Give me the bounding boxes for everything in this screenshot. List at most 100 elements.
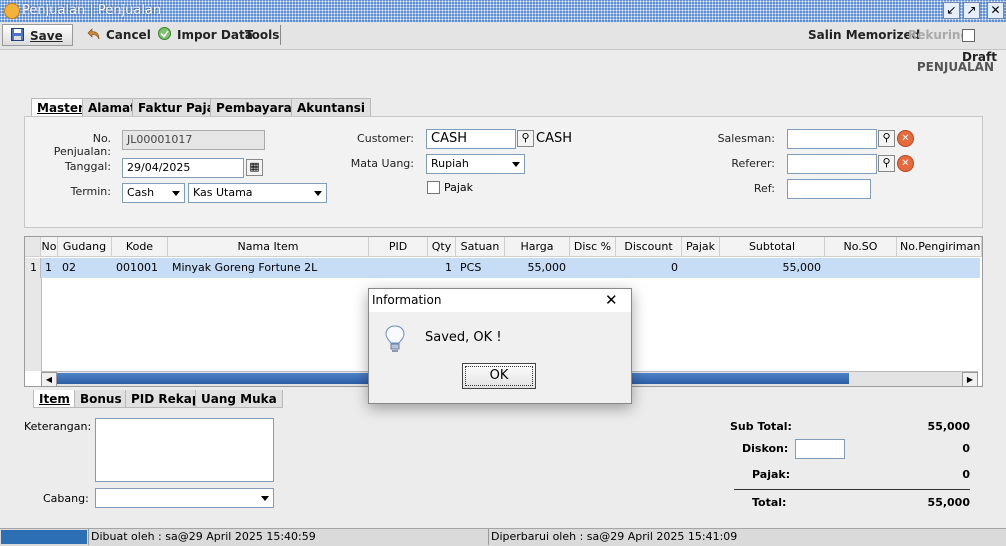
rekuring-button: Rekuring xyxy=(908,28,970,42)
app-icon xyxy=(4,3,20,19)
referer-field[interactable] xyxy=(787,154,877,174)
total-value: 55,000 xyxy=(927,496,970,509)
cancel-button[interactable]: Cancel xyxy=(86,24,151,46)
cell-qty[interactable]: 1 xyxy=(428,258,456,278)
dialog-close-icon[interactable]: ✕ xyxy=(605,292,618,308)
cell-subtotal[interactable]: 55,000 xyxy=(720,258,825,278)
ok-button[interactable]: OK xyxy=(462,363,536,389)
cell-kode-item[interactable]: 001001 xyxy=(112,258,168,278)
pajak-checkbox[interactable] xyxy=(427,181,440,194)
cell-satuan[interactable]: PCS xyxy=(456,258,505,278)
close-icon[interactable]: ✕ xyxy=(987,2,1004,19)
col-header-discount[interactable]: Discount xyxy=(616,237,682,257)
tab-item[interactable]: Item xyxy=(33,390,76,408)
minimize-icon[interactable]: ↙ xyxy=(943,2,960,19)
table-row[interactable]: 1 1 02 001001 Minyak Goreng Fortune 2L 1… xyxy=(25,258,980,278)
col-header-qty[interactable]: Qty xyxy=(428,237,456,257)
total-label: Total: xyxy=(752,496,787,509)
mata-uang-select[interactable]: Rupiah xyxy=(426,154,525,174)
pajak-sum-value: 0 xyxy=(962,468,970,481)
referer-clear-icon[interactable]: ✕ xyxy=(897,155,914,172)
page-heading: PENJUALAN xyxy=(916,60,994,74)
lightbulb-icon xyxy=(384,324,406,357)
draft-checkbox-box[interactable] xyxy=(962,29,975,42)
cabang-select[interactable] xyxy=(95,488,274,508)
cell-pid[interactable] xyxy=(369,258,428,278)
grid-corner xyxy=(25,237,41,257)
dialog-title: Information xyxy=(369,289,631,312)
customer-label: Customer: xyxy=(357,132,414,145)
undo-icon xyxy=(86,25,100,47)
mata-uang-label: Mata Uang: xyxy=(350,157,414,170)
salesman-clear-icon[interactable]: ✕ xyxy=(897,130,914,147)
ref-field[interactable] xyxy=(787,179,871,199)
cell-no-pengiriman[interactable] xyxy=(897,258,980,278)
summary-divider xyxy=(734,489,970,490)
diskon-label: Diskon: xyxy=(742,442,789,455)
progress-indicator xyxy=(1,530,87,544)
cell-no[interactable]: 1 xyxy=(41,258,58,278)
col-header-satuan[interactable]: Satuan xyxy=(456,237,505,257)
keterangan-label: Keterangan: xyxy=(24,420,92,433)
pajak-sum-label: Pajak: xyxy=(752,468,791,481)
tab-akuntansi[interactable]: Akuntansi xyxy=(291,98,371,116)
kas-select[interactable]: Kas Utama xyxy=(188,183,327,203)
tab-uang-muka[interactable]: Uang Muka xyxy=(195,390,283,408)
cell-harga[interactable]: 55,000 xyxy=(505,258,570,278)
salin-memorized-button[interactable]: Salin Memorized xyxy=(808,24,920,46)
cell-pajak[interactable] xyxy=(682,258,720,278)
col-header-no-so[interactable]: No.SO xyxy=(825,237,897,257)
col-header-subtotal[interactable]: Subtotal xyxy=(720,237,825,257)
tools-button[interactable]: Tools xyxy=(245,24,279,46)
save-button[interactable]: Save xyxy=(2,24,73,46)
sub-total-value: 55,000 xyxy=(927,420,970,433)
col-header-pajak[interactable]: Pajak xyxy=(682,237,720,257)
col-header-disc-pct[interactable]: Disc % xyxy=(570,237,616,257)
search-icon[interactable]: ⚲ xyxy=(517,130,534,147)
draft-checkbox[interactable]: Draft xyxy=(962,24,1006,64)
cell-no-so[interactable] xyxy=(825,258,897,278)
col-header-nama-item[interactable]: Nama Item xyxy=(168,237,369,257)
no-penjualan-field[interactable]: JL00001017 xyxy=(122,130,265,150)
salesman-label: Salesman: xyxy=(717,132,775,145)
calendar-icon[interactable]: ▦ xyxy=(246,159,263,176)
tanggal-label: Tanggal: xyxy=(64,160,111,173)
salesman-field[interactable] xyxy=(787,129,877,149)
tanggal-field[interactable]: 29/04/2025 xyxy=(122,158,244,178)
col-header-harga[interactable]: Harga xyxy=(505,237,570,257)
cell-disc-pct[interactable] xyxy=(570,258,616,278)
import-data-button[interactable]: Impor Data xyxy=(158,24,253,46)
status-created: Dibuat oleh : sa@29 April 2025 15:40:59 xyxy=(88,529,316,545)
col-header-no-pengiriman[interactable]: No.Pengiriman xyxy=(897,237,982,257)
col-header-gudang[interactable]: Gudang xyxy=(58,237,112,257)
referer-search-icon[interactable]: ⚲ xyxy=(878,155,895,172)
col-header-pid[interactable]: PID xyxy=(369,237,428,257)
tab-bonus[interactable]: Bonus xyxy=(74,390,128,408)
cabang-label: Cabang: xyxy=(43,492,89,505)
termin-select[interactable]: Cash xyxy=(122,183,185,203)
diskon-field[interactable] xyxy=(795,439,845,459)
toolbar: Save Cancel Impor Data Tools Salin Memor… xyxy=(0,22,1006,64)
referer-label: Referer: xyxy=(731,157,775,170)
no-penjualan-label: No. Penjualan: xyxy=(53,132,111,158)
keterangan-textarea[interactable] xyxy=(95,418,274,482)
dialog-message: Saved, OK ! xyxy=(425,330,502,345)
scroll-left-icon[interactable]: ◀ xyxy=(41,372,57,387)
scroll-right-icon[interactable]: ▶ xyxy=(962,372,978,387)
status-bar: Dibuat oleh : sa@29 April 2025 15:40:59 … xyxy=(0,528,1006,546)
cell-discount[interactable]: 0 xyxy=(616,258,682,278)
col-header-kode-item[interactable]: Kode Item xyxy=(112,237,168,273)
cell-gudang[interactable]: 02 xyxy=(58,258,112,278)
master-panel: No. Penjualan: JL00001017 Tanggal: 29/04… xyxy=(24,116,983,228)
toolbar-divider xyxy=(280,25,281,45)
cell-nama-item[interactable]: Minyak Goreng Fortune 2L xyxy=(168,258,369,278)
customer-field[interactable]: CASH xyxy=(426,129,516,149)
pajak-label: Pajak xyxy=(444,181,474,194)
status-updated: Diperbarui oleh : sa@29 April 2025 15:41… xyxy=(488,529,737,545)
salesman-search-icon[interactable]: ⚲ xyxy=(878,130,895,147)
termin-label: Termin: xyxy=(70,185,111,198)
maximize-icon[interactable]: ↗ xyxy=(963,2,980,19)
ref-label: Ref: xyxy=(753,182,775,195)
col-header-no[interactable]: No xyxy=(41,237,58,257)
row-number: 1 xyxy=(25,258,41,278)
